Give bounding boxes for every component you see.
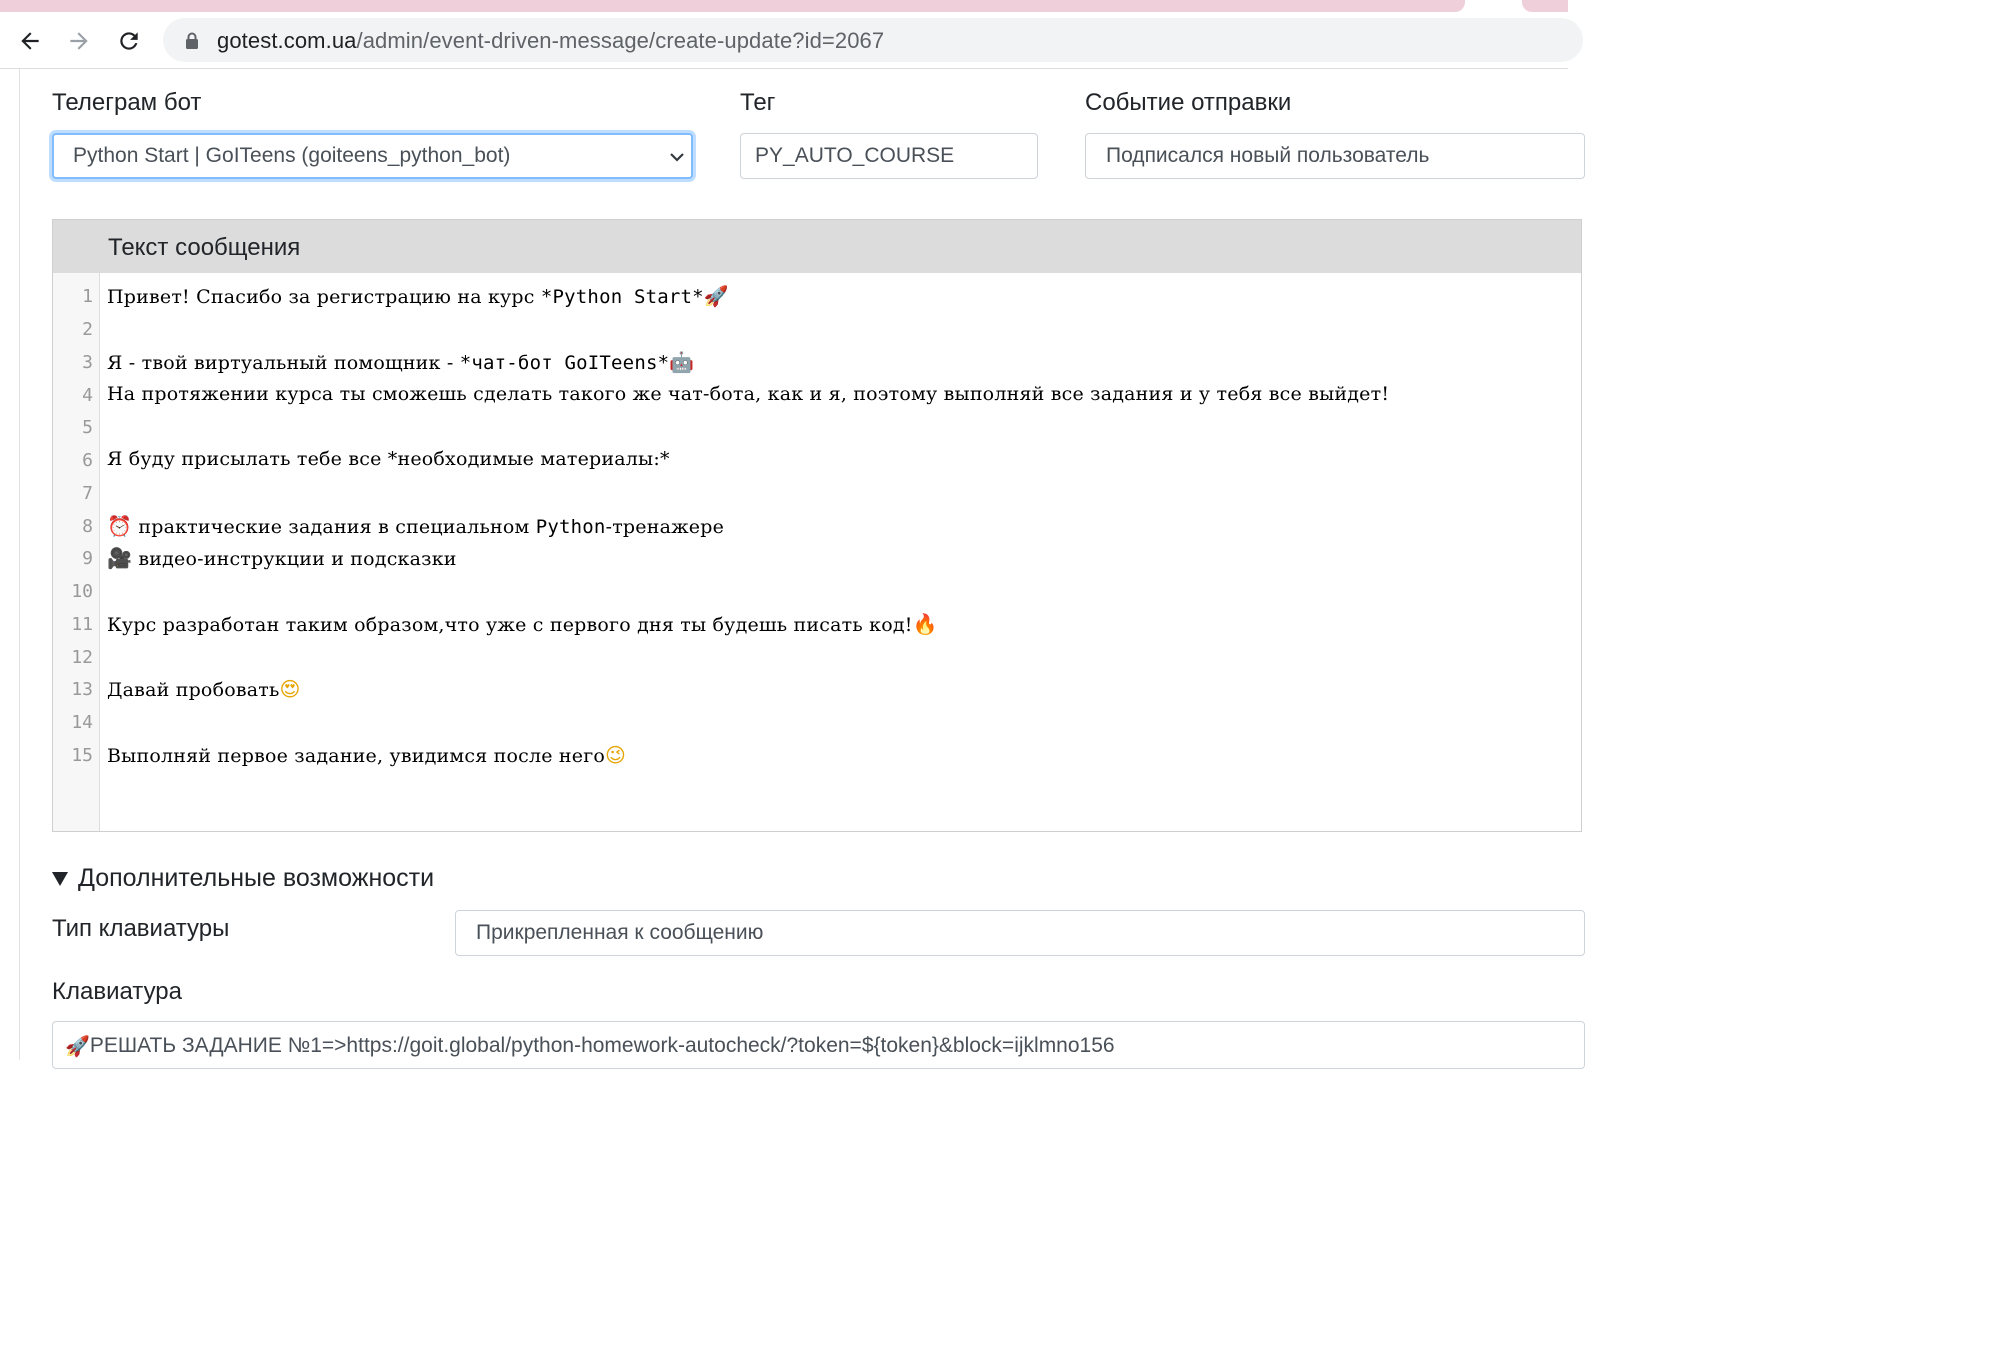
bot-label: Телеграм бот bbox=[52, 89, 202, 116]
code-line-6[interactable]: Я буду присылать тебе все *необходимые м… bbox=[107, 448, 670, 470]
code-line-13[interactable]: Давай пробовать😍 bbox=[107, 677, 301, 701]
rocket-icon: 🚀 bbox=[703, 284, 729, 308]
code-text: *чат-бот GoITeens* bbox=[459, 352, 670, 374]
heart-eyes-icon: 😍 bbox=[279, 677, 301, 701]
line-number: 3 bbox=[82, 352, 93, 373]
editor-title: Текст сообщения bbox=[108, 234, 301, 261]
event-select-value: Подписался новый пользователь bbox=[1106, 144, 1430, 167]
line-number: 4 bbox=[82, 385, 93, 406]
address-bar[interactable]: gotest.com.ua/admin/event-driven-message… bbox=[163, 18, 1583, 62]
line-number: 5 bbox=[82, 417, 93, 438]
browser-toolbar: gotest.com.ua/admin/event-driven-message… bbox=[0, 12, 1583, 69]
robot-icon: 🤖 bbox=[669, 350, 695, 374]
tag-label: Тег bbox=[740, 89, 776, 116]
bot-select[interactable]: Python Start | GoITeens (goiteens_python… bbox=[52, 133, 693, 179]
keyboard-type-label: Тип клавиатуры bbox=[52, 915, 230, 942]
line-number: 13 bbox=[71, 679, 93, 700]
code-text: Курс разработан таким образом,что уже с … bbox=[107, 614, 913, 636]
code-text: Выполняй первое задание, увидимся после … bbox=[107, 745, 606, 767]
line-number: 8 bbox=[82, 516, 93, 537]
forward-button[interactable] bbox=[62, 24, 96, 58]
url-host: gotest.com.ua bbox=[217, 28, 357, 53]
chevron-down-icon bbox=[670, 153, 684, 162]
rocket-icon: 🚀 bbox=[65, 1034, 90, 1058]
tag-input[interactable]: PY_AUTO_COURSE bbox=[740, 133, 1038, 179]
keyboard-type-select[interactable]: Прикрепленная к сообщению bbox=[455, 910, 1585, 956]
url-path: /admin/event-driven-message/create-updat… bbox=[356, 28, 885, 53]
code-line-3[interactable]: Я - твой виртуальный помощник - *чат-бот… bbox=[107, 350, 694, 374]
line-number: 12 bbox=[71, 647, 93, 668]
code-text: Python bbox=[535, 516, 606, 538]
alarm-clock-icon: ⏰ bbox=[107, 514, 133, 538]
next-tab-edge[interactable] bbox=[1522, 0, 1568, 12]
url-text[interactable]: gotest.com.ua/admin/event-driven-message… bbox=[217, 28, 884, 54]
code-text: практические задания в специальном bbox=[132, 516, 536, 538]
lock-icon[interactable] bbox=[185, 32, 199, 50]
code-text: видео-инструкции и подсказки bbox=[132, 548, 457, 570]
line-number: 6 bbox=[82, 450, 93, 471]
video-camera-icon: 🎥 bbox=[107, 546, 133, 570]
bot-select-value: Python Start | GoITeens (goiteens_python… bbox=[73, 144, 511, 167]
line-number: 10 bbox=[71, 581, 93, 602]
back-button[interactable] bbox=[13, 24, 47, 58]
line-number: 9 bbox=[82, 548, 93, 569]
code-text: Я буду присылать тебе все *необходимые м… bbox=[107, 448, 670, 470]
line-number: 11 bbox=[71, 614, 93, 635]
additional-options-toggle[interactable]: Дополнительные возможности bbox=[52, 864, 434, 893]
code-line-8[interactable]: ⏰ практические задания в специальном Pyt… bbox=[107, 514, 724, 538]
line-number: 14 bbox=[71, 712, 93, 733]
line-number: 2 bbox=[82, 319, 93, 340]
arrow-right-icon bbox=[70, 32, 88, 50]
keyboard-label: Клавиатура bbox=[52, 978, 182, 1005]
line-number: 1 bbox=[82, 286, 93, 307]
event-select[interactable]: Подписался новый пользователь bbox=[1085, 133, 1585, 179]
code-text: Давай пробовать bbox=[107, 679, 280, 701]
code-line-1[interactable]: Привет! Спасибо за регистрацию на курс *… bbox=[107, 284, 729, 308]
code-text: На протяжении курса ты сможешь сделать т… bbox=[107, 383, 1390, 405]
code-line-9[interactable]: 🎥 видео-инструкции и подсказки bbox=[107, 546, 457, 570]
browser-tabstrip bbox=[0, 0, 1568, 12]
tag-input-value: PY_AUTO_COURSE bbox=[755, 144, 955, 167]
line-number: 7 bbox=[82, 483, 93, 504]
event-label: Событие отправки bbox=[1085, 89, 1292, 116]
code-text: *Python Start* bbox=[540, 286, 704, 308]
keyboard-value: РЕШАТЬ ЗАДАНИЕ №1=>https://goit.global/p… bbox=[89, 1034, 1115, 1057]
arrow-left-icon bbox=[21, 32, 39, 50]
reload-icon bbox=[120, 32, 138, 50]
code-text: -тренажере bbox=[605, 516, 725, 538]
code-text: Я - твой виртуальный помощник - bbox=[107, 352, 460, 374]
wink-icon: 😉 bbox=[605, 743, 627, 767]
code-line-15[interactable]: Выполняй первое задание, увидимся после … bbox=[107, 743, 626, 767]
editor-header: Текст сообщения bbox=[53, 220, 1581, 273]
active-tab-edge[interactable] bbox=[0, 0, 1465, 12]
line-number-gutter: 1 2 3 4 5 6 7 8 9 10 11 12 13 14 15 bbox=[53, 273, 100, 831]
message-editor: Текст сообщения 1 2 3 4 5 6 7 8 9 10 11 … bbox=[52, 219, 1582, 832]
page-left-border bbox=[19, 69, 20, 1060]
code-line-11[interactable]: Курс разработан таким образом,что уже с … bbox=[107, 612, 938, 636]
keyboard-textarea[interactable]: 🚀 РЕШАТЬ ЗАДАНИЕ №1=>https://goit.global/… bbox=[52, 1021, 1585, 1069]
triangle-down-icon bbox=[52, 871, 68, 886]
keyboard-type-value: Прикрепленная к сообщению bbox=[476, 921, 764, 944]
additional-options-label: Дополнительные возможности bbox=[78, 864, 435, 892]
fire-icon: 🔥 bbox=[912, 612, 938, 636]
code-line-4[interactable]: На протяжении курса ты сможешь сделать т… bbox=[107, 383, 1389, 405]
line-number: 15 bbox=[71, 745, 93, 766]
reload-button[interactable] bbox=[112, 24, 146, 58]
code-text: Привет! Спасибо за регистрацию на курс bbox=[107, 286, 541, 308]
